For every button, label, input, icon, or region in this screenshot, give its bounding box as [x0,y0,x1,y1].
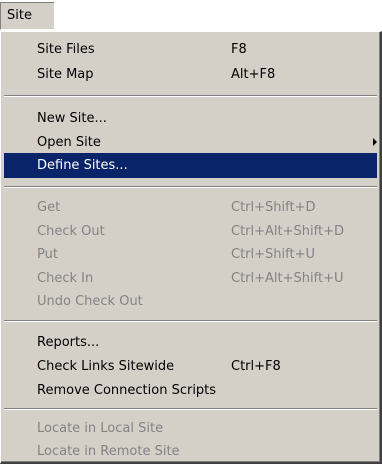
menu-separator [4,320,377,322]
menu-item-shortcut: Alt+F8 [231,67,276,82]
menu-item-site-map[interactable]: Site Map Alt+F8 [4,62,377,87]
menu-item-label: Remove Connection Scripts [37,383,217,398]
menu-item-label: Reports... [37,335,100,350]
menu-item-label: Put [37,247,58,262]
menu-separator [4,95,377,97]
menu-item-open-site[interactable]: Open Site [4,130,377,155]
menu-item-label: Locate in Local Site [37,421,164,436]
menu-item-label: Check In [37,271,94,286]
menu-item-reports[interactable]: Reports... [4,330,377,355]
menu-item-locate-in-local-site[interactable]: Locate in Local Site [4,416,377,441]
menu-item-label: Check Out [37,224,105,239]
menu-item-shortcut: Ctrl+Shift+D [231,200,316,215]
menu-bar: Site [0,0,382,33]
menu-item-label: New Site... [37,111,107,126]
menu-item-shortcut: Ctrl+F8 [231,359,281,374]
menu-item-shortcut: Ctrl+Alt+Shift+D [231,224,344,239]
menu-item-label: Check Links Sitewide [37,359,175,374]
site-menu-button[interactable]: Site [0,2,55,30]
menu-separator [4,186,377,188]
menu-item-label: Undo Check Out [37,294,143,309]
menu-item-undo-check-out[interactable]: Undo Check Out [4,289,377,314]
menu-item-check-links-sitewide[interactable]: Check Links Sitewide Ctrl+F8 [4,354,377,379]
menu-item-label: Define Sites... [37,158,128,173]
menu-item-label: Site Files [37,42,95,57]
menu-separator [4,408,377,410]
menu-item-put[interactable]: Put Ctrl+Shift+U [4,242,377,267]
menu-item-check-in[interactable]: Check In Ctrl+Alt+Shift+U [4,266,377,291]
menu-item-shortcut: Ctrl+Shift+U [231,247,315,262]
menu-item-site-files[interactable]: Site Files F8 [4,37,377,62]
menu-item-label: Locate in Remote Site [37,444,180,459]
menu-item-define-sites[interactable]: Define Sites... [4,153,377,178]
menu-item-label: Get [37,200,61,215]
menu-item-shortcut: F8 [231,42,247,57]
menu-item-locate-in-remote-site[interactable]: Locate in Remote Site [4,439,377,464]
menu-item-check-out[interactable]: Check Out Ctrl+Alt+Shift+D [4,219,377,244]
site-dropdown-menu: Site Files F8 Site Map Alt+F8 New Site..… [0,31,382,464]
menu-item-get[interactable]: Get Ctrl+Shift+D [4,195,377,220]
menu-item-remove-connection-scripts[interactable]: Remove Connection Scripts [4,378,377,403]
menu-item-label: Site Map [37,67,94,82]
submenu-arrow-icon [373,138,377,146]
menu-item-shortcut: Ctrl+Alt+Shift+U [231,271,344,286]
menu-item-new-site[interactable]: New Site... [4,106,377,131]
menu-item-label: Open Site [37,135,101,150]
